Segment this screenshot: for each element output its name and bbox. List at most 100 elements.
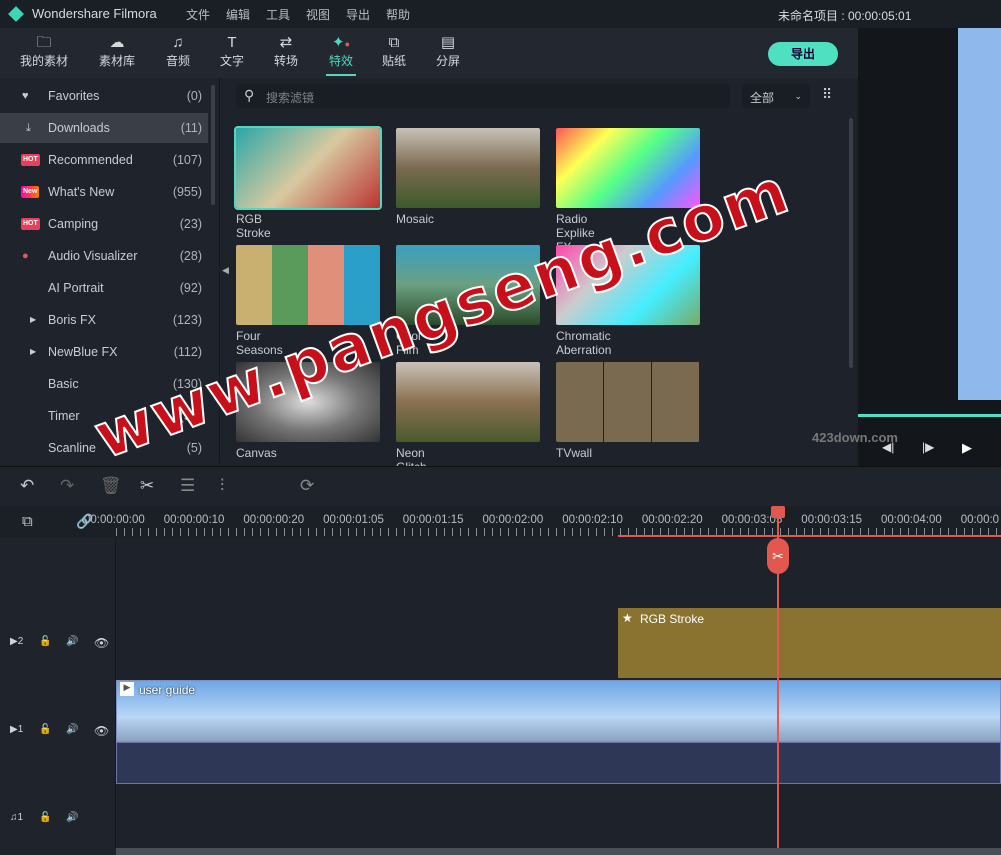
menu-edit[interactable]: 编辑 [226,6,250,23]
play-icon[interactable]: ▶ [962,440,972,456]
effect-clip[interactable]: ★ RGB Stroke [618,608,1001,678]
volume-icon[interactable]: 🔊 [66,724,78,735]
timeline-scrollbar[interactable] [116,848,1001,855]
lock-icon[interactable]: 🔓 [39,724,51,735]
tab-stock-media[interactable]: ☁ 素材库 [92,34,142,69]
tab-transitions[interactable]: ⇄ 转场 [261,34,311,69]
sidebar-item-label: Camping [48,217,99,231]
sidebar-item[interactable]: AI Portrait (92) [0,273,208,303]
redo-icon[interactable]: ↷ [60,476,74,496]
sidebar-item-count: (955) [172,185,202,199]
adjust-icon[interactable]: ☰ [180,476,195,496]
video-clip-label: user guide [139,683,196,697]
project-title: 未命名项目 : 00:00:05:01 [778,9,912,23]
speech-to-text-icon[interactable]: ⟳ [300,476,314,496]
playhead-handle[interactable] [771,506,785,518]
sidebar-item[interactable]: ♥ Favorites (0) [0,81,208,111]
sidebar-item-count: (107) [172,153,202,167]
cut-icon[interactable]: ✂ [140,476,154,496]
step-forward-icon[interactable]: |▶ [922,440,934,454]
tab-stickers[interactable]: ⧉ 贴纸 [369,34,419,69]
sidebar-item-count: (11) [180,121,202,135]
sidebar-item[interactable]: ▶ NewBlue FX (112) [0,337,208,367]
expand-icon[interactable]: ▶ [30,337,36,367]
undo-icon[interactable]: ↶ [20,476,34,496]
effect-thumbnail[interactable] [236,362,380,442]
video-clip-audio[interactable] [116,742,1001,784]
sidebar-item-label: Favorites [48,89,100,103]
menu-help[interactable]: 帮助 [386,6,410,23]
render-range [618,535,1001,537]
tab-audio[interactable]: ♫ 音频 [153,34,203,69]
sidebar-item[interactable]: Scanline (5) [0,433,208,463]
search-input[interactable]: ⚲ 搜索滤镜 [236,84,730,108]
lock-icon[interactable]: 🔓 [39,812,51,823]
tab-label: 我的素材 [19,54,68,68]
sidebar-item[interactable]: ● Audio Visualizer (28) [0,241,208,271]
effect-thumbnail[interactable] [556,245,700,325]
effect-label: TVwall [556,446,593,460]
search-icon: ⚲ [244,87,255,103]
sidebar-item-label: What's New [48,185,115,199]
tab-split-screen[interactable]: ▤ 分屏 [423,34,473,69]
ruler-label: 00:00:00:20 [243,514,305,526]
ruler-label: 00:00:0 [960,514,1000,526]
menu-file[interactable]: 文件 [186,6,210,23]
expand-icon[interactable]: ▶ [30,305,36,335]
sidebar-item[interactable]: ⤓ Downloads (11) [0,113,208,143]
sidebar-item[interactable]: New What's New (955) [0,177,208,207]
scissors-icon[interactable]: ✂ [767,538,789,574]
music-icon: ♫ [172,34,184,51]
effect-thumbnail[interactable] [234,126,382,210]
eye-icon[interactable]: 👁 [94,636,109,650]
menu-export[interactable]: 导出 [346,6,370,23]
sidebar-item-count: (130) [172,377,202,391]
sidebar-item-label: Scanline [48,441,96,455]
video-clip[interactable]: ▶ user guide [116,680,1001,742]
effect-thumbnail[interactable] [556,128,700,208]
effect-thumbnail[interactable] [396,128,540,208]
tab-my-media[interactable]: 🗀 我的素材 [19,34,69,69]
active-tab-indicator [326,74,356,76]
sidebar-item[interactable]: ▶ Boris FX (123) [0,305,208,335]
sidebar-item[interactable]: HOT Recommended (107) [0,145,208,175]
grid-view-icon[interactable]: ⠿ [822,86,832,103]
lock-icon[interactable]: 🔓 [39,636,51,647]
volume-icon[interactable]: 🔊 [66,812,78,823]
filter-dropdown[interactable]: 全部 ⌄ [742,84,810,108]
menu-view[interactable]: 视图 [306,6,330,23]
sidebar-item-label: NewBlue FX [48,345,118,359]
add-track-icon[interactable]: ⧉ [22,513,33,530]
folder-icon: 🗀 [36,34,52,51]
menu-tools[interactable]: 工具 [266,6,290,23]
sidebar-item[interactable]: Basic (130) [0,369,208,399]
volume-icon[interactable]: 🔊 [66,636,78,647]
effect-thumbnail[interactable] [396,362,540,442]
audio-mixer-icon[interactable]: ⫶ [220,476,224,496]
export-button[interactable]: 导出 [768,42,838,66]
cloud-folder-icon: ☁ [109,34,125,51]
video-track-icon: ▶2 [10,636,24,647]
ruler-label: 00:00:01:05 [323,514,384,526]
effect-thumbnail[interactable] [556,362,700,442]
tab-titles[interactable]: T 文字 [207,34,257,69]
sidebar-item[interactable]: HOT Camping (23) [0,209,208,239]
effect-thumbnail[interactable] [236,245,380,325]
collapse-sidebar-icon[interactable]: ◀ [222,265,229,276]
tab-label: 分屏 [435,54,460,68]
badge: HOT [21,218,40,230]
tab-effects[interactable]: ✦● 特效 [316,34,366,69]
effect-label: RGB Stroke [236,212,271,240]
search-placeholder: 搜索滤镜 [266,91,315,105]
sidebar-scrollbar[interactable] [211,85,215,205]
eye-icon[interactable]: 👁 [94,724,109,738]
grid-scrollbar[interactable] [849,118,853,368]
sidebar-item-count: (112) [173,345,202,359]
sticker-icon: ⧉ [388,34,400,51]
playback-progress[interactable] [858,414,1001,417]
effect-thumbnail[interactable] [396,245,540,325]
sidebar-item[interactable]: Timer (50) [0,401,208,431]
effect-label: Four Seasons [236,329,283,357]
track-number: 1 [17,724,24,735]
delete-icon[interactable]: 🗑 [100,476,122,496]
